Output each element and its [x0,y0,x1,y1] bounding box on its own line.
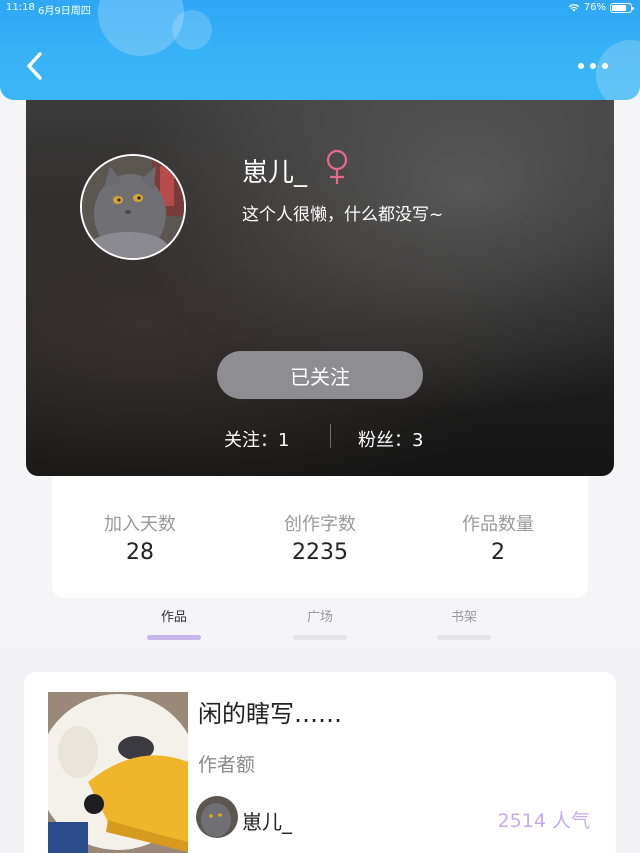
tab-label: 作品 [160,610,187,625]
tab-bookshelf[interactable]: 书架 [414,606,514,640]
status-bar: 11:18 6月9日周四 76% [0,0,640,18]
battery-level [612,4,626,11]
stat-join-days: 加入天数 28 [60,510,220,565]
wifi-icon [568,4,579,12]
more-dot [590,63,596,69]
profile-bio: 这个人很懒，什么都没写~ [242,205,444,225]
duck-cover-image [48,692,188,853]
work-author-label: 作者额 [198,754,256,776]
avatar[interactable] [80,154,186,260]
more-dot [602,63,608,69]
stat-value: 28 [126,540,154,565]
stat-value: 2 [491,540,505,565]
female-symbol-icon [326,149,348,184]
tab-label: 书架 [450,610,477,625]
tab-indicator [147,635,201,640]
chevron-left-icon [27,52,42,80]
divider [330,424,331,448]
tab-square[interactable]: 广场 [270,606,370,640]
battery-icon [610,2,634,13]
work-title: 闲的瞎写…… [198,700,342,728]
following-count[interactable]: 关注：1 [224,426,289,452]
tab-indicator [293,635,347,640]
stat-label: 作品数量 [462,514,534,535]
profile-card: 崽儿_ 这个人很懒，什么都没写~ 已关注 关注：1 粉丝：3 [26,96,614,476]
cat-avatar-image [82,156,184,258]
more-button[interactable] [578,58,614,74]
cat-avatar-image [196,796,238,838]
tab-bar: 作品 广场 书架 [0,600,640,642]
work-author-name: 崽儿_ [242,810,292,834]
work-cover [48,692,188,853]
battery-percent: 76% [583,2,606,13]
work-popularity: 2514 人气 [497,810,590,832]
tab-works[interactable]: 作品 [124,606,224,640]
header-bar: 11:18 6月9日周四 76% [0,0,640,100]
back-button[interactable] [22,48,52,84]
username: 崽儿_ [242,158,308,188]
follow-button[interactable]: 已关注 [217,351,423,399]
stat-label: 加入天数 [104,514,176,535]
status-time: 11:18 [6,2,35,13]
tab-indicator [437,635,491,640]
status-right: 76% [568,2,634,13]
fans-count[interactable]: 粉丝：3 [358,426,423,452]
profile-page: 11:18 6月9日周四 76% 崽儿_ 这个人很懒，什么都没写~ 已关注 关注… [0,0,640,853]
status-date: 6月9日周四 [38,6,91,17]
stat-word-count: 创作字数 2235 [240,510,400,565]
author-avatar [196,796,238,838]
tab-label: 广场 [306,610,333,625]
stat-value: 2235 [292,540,348,565]
stats-card: 加入天数 28 创作字数 2235 作品数量 2 [52,476,588,598]
stat-works-count: 作品数量 2 [418,510,578,565]
more-dots-icon [578,63,584,69]
stat-label: 创作字数 [284,514,356,535]
work-card[interactable]: 闲的瞎写…… 作者额 崽儿_ 2514 人气 [24,672,616,853]
